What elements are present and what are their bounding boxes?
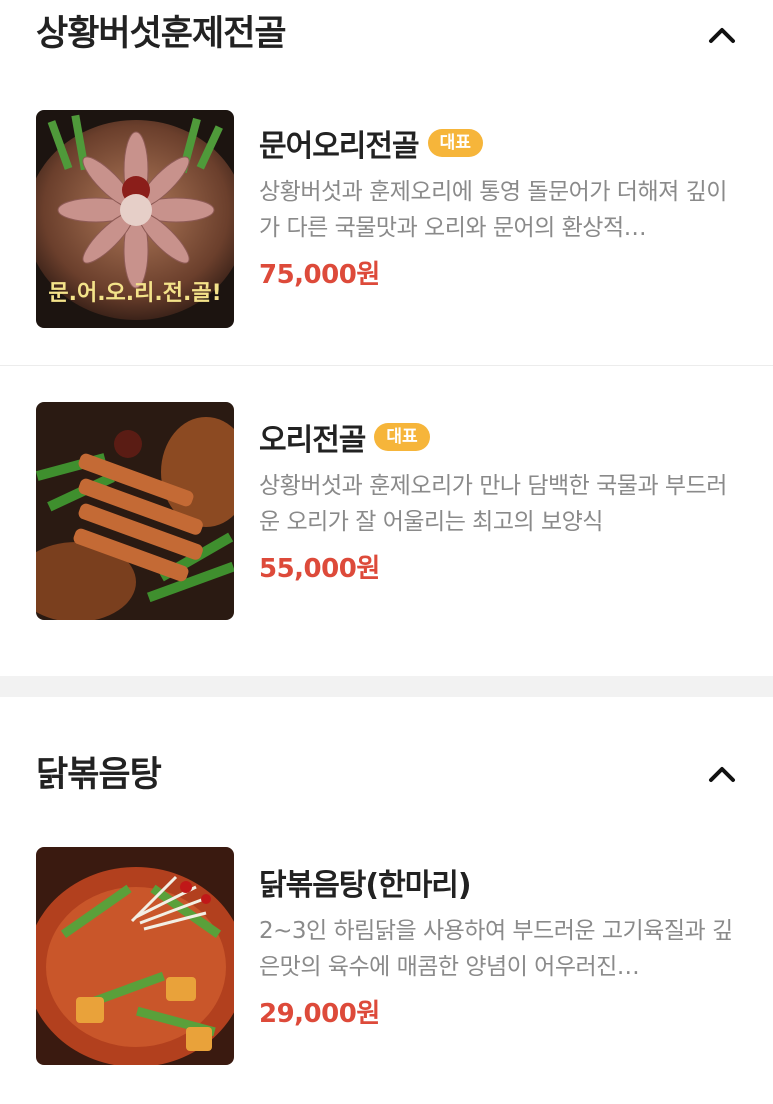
chevron-up-icon[interactable] bbox=[707, 20, 737, 50]
menu-item-description: 상황버섯과 훈제오리가 만나 담백한 국물과 부드러운 오리가 잘 어울리는 최… bbox=[259, 473, 727, 535]
menu-item-info: 닭볶음탕(한마리) 2~3인 하림닭을 사용하여 부드러운 고기육질과 깊은맛의… bbox=[259, 861, 745, 1030]
menu-item-price: 75,000원 bbox=[259, 260, 380, 290]
photo-caption: 문.어.오.리.전.골! bbox=[48, 281, 221, 306]
menu-item[interactable]: 닭볶음탕(한마리) 2~3인 하림닭을 사용하여 부드러운 고기육질과 깊은맛의… bbox=[0, 847, 773, 1103]
chevron-up-icon[interactable] bbox=[707, 759, 737, 789]
menu-item-name: 닭볶음탕(한마리) bbox=[259, 868, 472, 903]
menu-item-info: 문어오리전골 대표 상황버섯과 훈제오리에 통영 돌문어가 더해져 깊이가 다른… bbox=[259, 122, 745, 291]
menu-section-dakbokkeum: 닭볶음탕 닭볶음탕(한마리) 2~3인 하림닭을 사용하여 부드러운 고기육질과… bbox=[0, 697, 773, 1104]
menu-item-photo bbox=[36, 847, 234, 1065]
menu-item-description: 상황버섯과 훈제오리에 통영 돌문어가 더해져 깊이가 다른 국물맛과 오리와 … bbox=[259, 179, 727, 241]
signature-badge: 대표 bbox=[427, 129, 483, 157]
section-header[interactable]: 상황버섯훈제전골 bbox=[0, 0, 773, 100]
signature-badge: 대표 bbox=[374, 423, 430, 451]
section-divider bbox=[0, 676, 773, 697]
menu-item-name: 오리전골 bbox=[259, 423, 366, 458]
menu-item-photo: 문.어.오.리.전.골! bbox=[36, 110, 234, 328]
section-title: 상황버섯훈제전골 bbox=[36, 14, 287, 54]
menu-item-price: 55,000원 bbox=[259, 554, 380, 584]
menu-item-photo bbox=[36, 402, 234, 620]
menu-item[interactable]: 오리전골 대표 상황버섯과 훈제오리가 만나 담백한 국물과 부드러운 오리가 … bbox=[0, 366, 773, 655]
menu-item[interactable]: 문.어.오.리.전.골! 문어오리전골 대표 상황버섯과 훈제오리에 통영 돌문… bbox=[0, 100, 773, 366]
section-header[interactable]: 닭볶음탕 bbox=[0, 697, 773, 847]
menu-item-info: 오리전골 대표 상황버섯과 훈제오리가 만나 담백한 국물과 부드러운 오리가 … bbox=[259, 416, 745, 585]
menu-item-price: 29,000원 bbox=[259, 999, 380, 1029]
section-title: 닭볶음탕 bbox=[36, 755, 162, 795]
menu-item-description: 2~3인 하림닭을 사용하여 부드러운 고기육질과 깊은맛의 육수에 매콤한 양… bbox=[259, 918, 733, 980]
menu-section-sanghwang: 상황버섯훈제전골 문.어.오.리.전.골! 문어오리전골 대표 상황버섯과 훈제… bbox=[0, 0, 773, 676]
menu-item-name: 문어오리전골 bbox=[259, 129, 420, 164]
